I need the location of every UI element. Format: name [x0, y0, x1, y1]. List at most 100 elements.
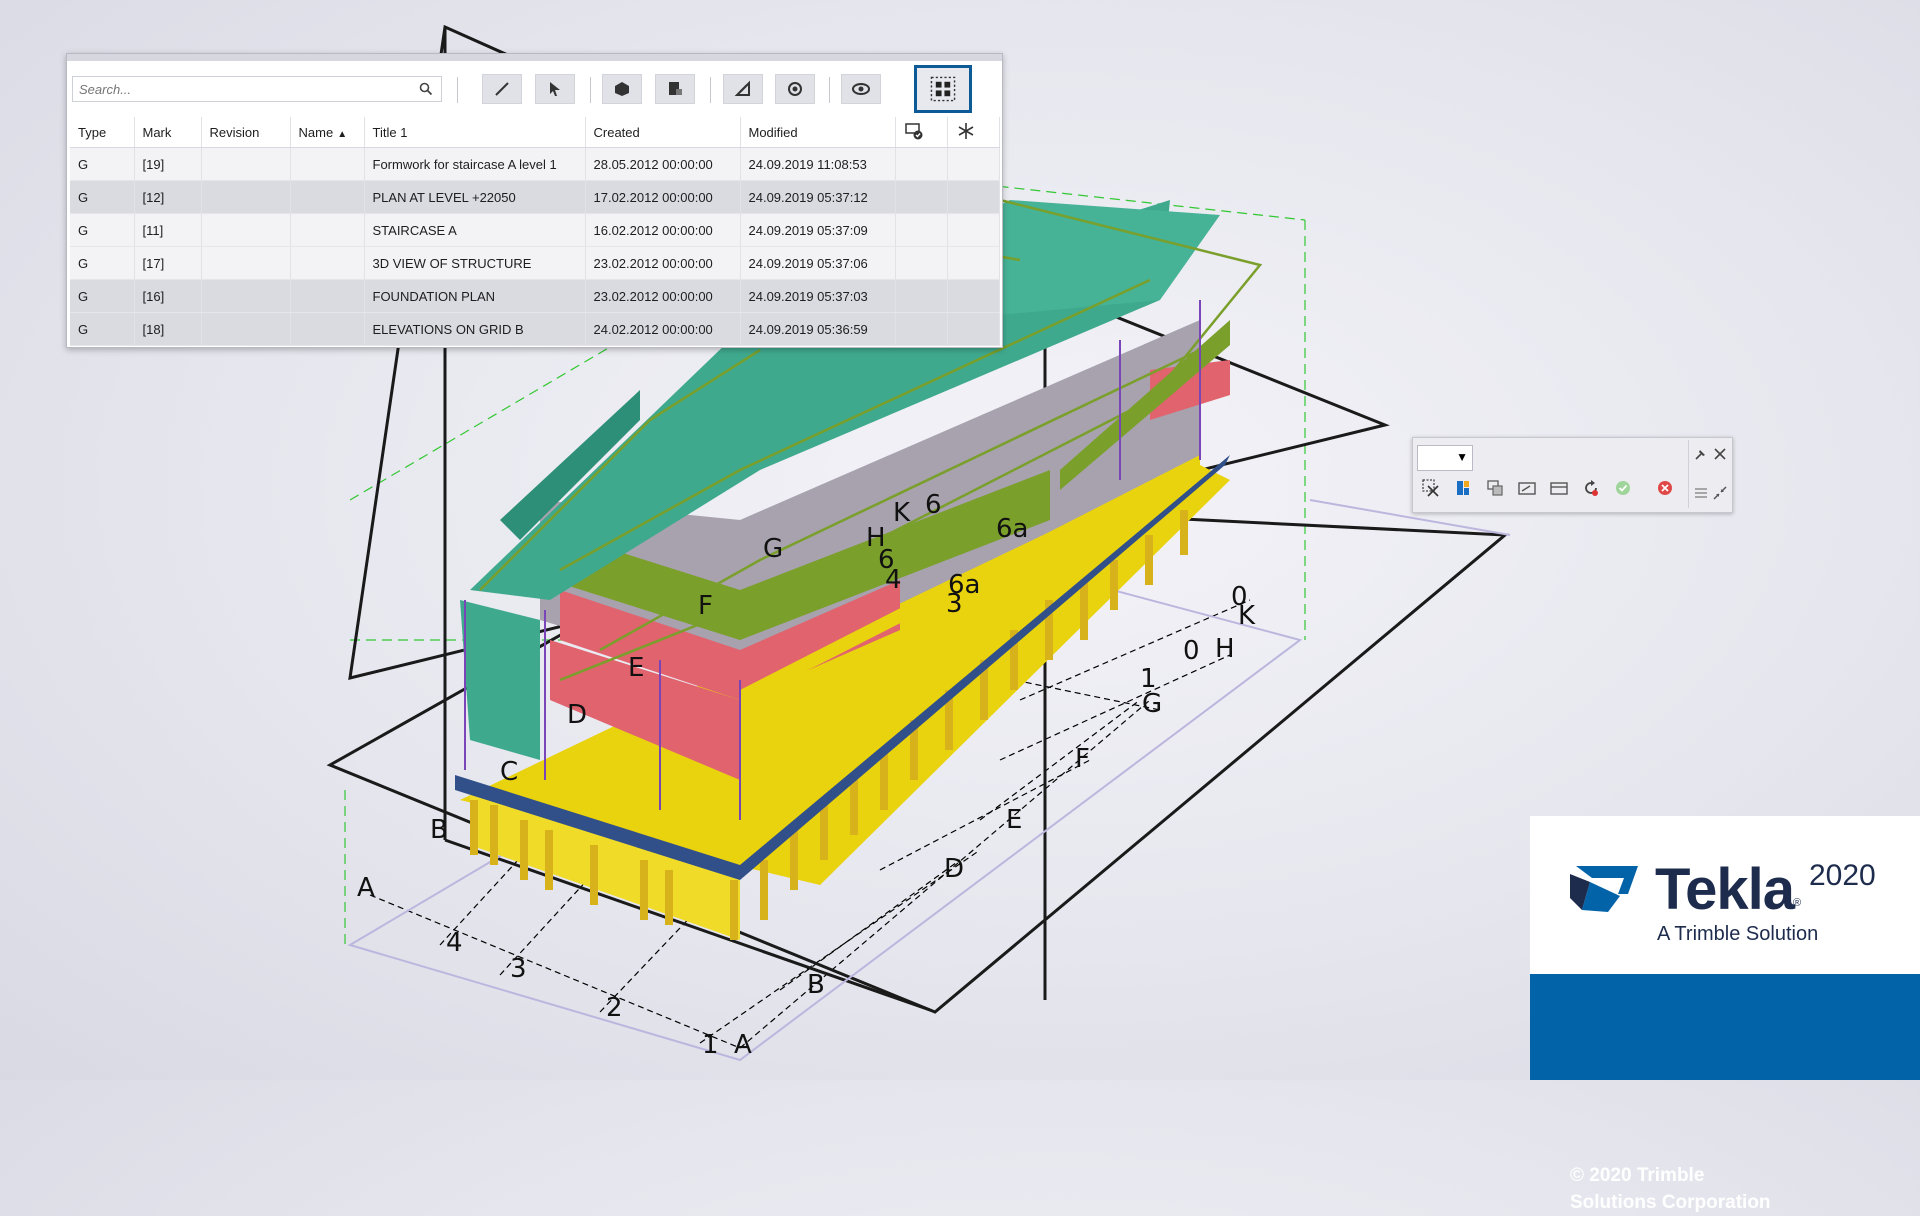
pin-button[interactable] — [1692, 445, 1710, 463]
pencil-button[interactable] — [482, 74, 522, 104]
monitor-check-icon — [904, 122, 922, 139]
cell-status — [895, 246, 948, 280]
eye-icon — [852, 83, 870, 95]
table-row[interactable]: G [19] Formwork for staircase A level 1 … — [70, 147, 1000, 181]
grid-label-c: C — [500, 757, 518, 787]
column-header-mark[interactable]: Mark — [134, 117, 202, 148]
cell-name — [290, 279, 365, 313]
column-header-frozen[interactable] — [947, 117, 1000, 148]
cell-frozen — [947, 180, 1000, 214]
collapse-button[interactable] — [1711, 484, 1729, 502]
cell-mark: [11] — [134, 213, 202, 247]
column-header-created[interactable]: Created — [585, 117, 741, 148]
column-header-modified[interactable]: Modified — [740, 117, 896, 148]
filter-dropdown[interactable]: ▼ — [1417, 445, 1473, 471]
grid-label-a2: A — [734, 1030, 752, 1060]
grid-label-six: 6 — [925, 490, 942, 520]
column-header-name[interactable]: Name ▲ — [290, 117, 365, 148]
cell-name — [290, 213, 365, 247]
toolbar-separator — [457, 77, 458, 103]
grid-label-d: D — [567, 700, 587, 730]
grid-label-zero-h: 0 — [1183, 636, 1200, 666]
pin-icon — [1695, 450, 1705, 460]
accept-button[interactable] — [1611, 476, 1635, 500]
search-input[interactable] — [73, 77, 405, 101]
edit-drawing-button[interactable] — [723, 74, 763, 104]
table-row[interactable]: G [12] PLAN AT LEVEL +22050 17.02.2012 0… — [70, 180, 1000, 214]
column-header-name-label: Name — [298, 124, 334, 140]
toolbar-separator — [710, 77, 711, 103]
column-header-status[interactable] — [895, 117, 948, 148]
collapse-icon — [1713, 486, 1727, 500]
cell-type: G — [70, 180, 135, 214]
cell-created: 17.02.2012 00:00:00 — [585, 180, 741, 214]
table-header-row: Type Mark Revision Name ▲ Title 1 Created… — [70, 117, 1000, 148]
cell-name — [290, 180, 365, 214]
grid-label-g: G — [763, 534, 783, 564]
cell-revision — [201, 180, 291, 214]
cancel-button[interactable] — [1653, 476, 1677, 500]
column-header-type[interactable]: Type — [70, 117, 135, 148]
cell-revision — [201, 246, 291, 280]
refresh-icon — [1585, 480, 1598, 496]
grid-label-b2: B — [807, 970, 825, 1000]
documents-table: Type Mark Revision Name ▲ Title 1 Created… — [70, 117, 1000, 346]
grid-label-6a: 6a — [996, 514, 1028, 544]
cell-title: FOUNDATION PLAN — [364, 279, 586, 313]
cell-title: STAIRCASE A — [364, 213, 586, 247]
color-button[interactable] — [1451, 476, 1475, 500]
table-row[interactable]: G [18] ELEVATIONS ON GRID B 24.02.2012 0… — [70, 312, 1000, 346]
refresh-button[interactable] — [1579, 476, 1603, 500]
table-row[interactable]: G [11] STAIRCASE A 16.02.2012 00:00:00 2… — [70, 213, 1000, 247]
thumbnail-view-button[interactable] — [914, 65, 972, 113]
select-button[interactable] — [535, 74, 575, 104]
panel-icon — [1550, 482, 1568, 495]
list-button[interactable] — [1692, 484, 1710, 502]
cell-modified: 24.09.2019 05:37:12 — [740, 180, 896, 214]
cell-title: ELEVATIONS ON GRID B — [364, 312, 586, 346]
grid-label-k: K — [893, 498, 911, 528]
column-header-title[interactable]: Title 1 — [364, 117, 586, 148]
grid-label-b: B — [430, 815, 448, 845]
grid-label-d2: D — [944, 854, 964, 884]
cell-mark: [18] — [134, 312, 202, 346]
cell-type: G — [70, 147, 135, 181]
cell-revision — [201, 213, 291, 247]
search-icon[interactable] — [419, 82, 433, 96]
grid-label-one: 1 — [702, 1030, 719, 1060]
table-row[interactable]: G [16] FOUNDATION PLAN 23.02.2012 00:00:… — [70, 279, 1000, 313]
cell-revision — [201, 312, 291, 346]
edit-button[interactable] — [1515, 476, 1539, 500]
toolbar-separator — [829, 77, 830, 103]
visibility-button[interactable] — [841, 74, 881, 104]
pencil-icon — [495, 82, 509, 96]
cube-icon — [615, 82, 629, 96]
cut-button[interactable] — [1419, 476, 1443, 500]
cell-mark: [17] — [134, 246, 202, 280]
snowflake-icon — [958, 122, 973, 139]
panel-button[interactable] — [1547, 476, 1571, 500]
cell-created: 23.02.2012 00:00:00 — [585, 246, 741, 280]
cell-status — [895, 147, 948, 181]
rotate-button[interactable] — [775, 74, 815, 104]
cell-created: 16.02.2012 00:00:00 — [585, 213, 741, 247]
cell-status — [895, 213, 948, 247]
grid-label-f: F — [698, 591, 713, 621]
registered-mark: ® — [1793, 897, 1802, 909]
brand-tagline: A Trimble Solution — [1657, 923, 1819, 945]
cell-title: Formwork for staircase A level 1 — [364, 147, 586, 181]
copyright-text: © 2020 Trimble Solutions Corporation — [1570, 1162, 1771, 1216]
copy-icon — [1487, 480, 1503, 496]
drawing-button[interactable] — [655, 74, 695, 104]
copy-button[interactable] — [1483, 476, 1507, 500]
cell-type: G — [70, 279, 135, 313]
table-row[interactable]: G [17] 3D VIEW OF STRUCTURE 23.02.2012 0… — [70, 246, 1000, 280]
brand-box: Tekla ® 2020 A Trimble Solution © 2020 T… — [1530, 816, 1920, 1213]
cell-mark: [19] — [134, 147, 202, 181]
close-button[interactable] — [1711, 445, 1729, 463]
grid-label-four-b: 4 — [446, 928, 463, 958]
column-header-revision[interactable]: Revision — [201, 117, 291, 148]
cancel-icon — [1658, 481, 1672, 495]
panel-title-strip — [67, 54, 1002, 61]
model-button[interactable] — [602, 74, 642, 104]
